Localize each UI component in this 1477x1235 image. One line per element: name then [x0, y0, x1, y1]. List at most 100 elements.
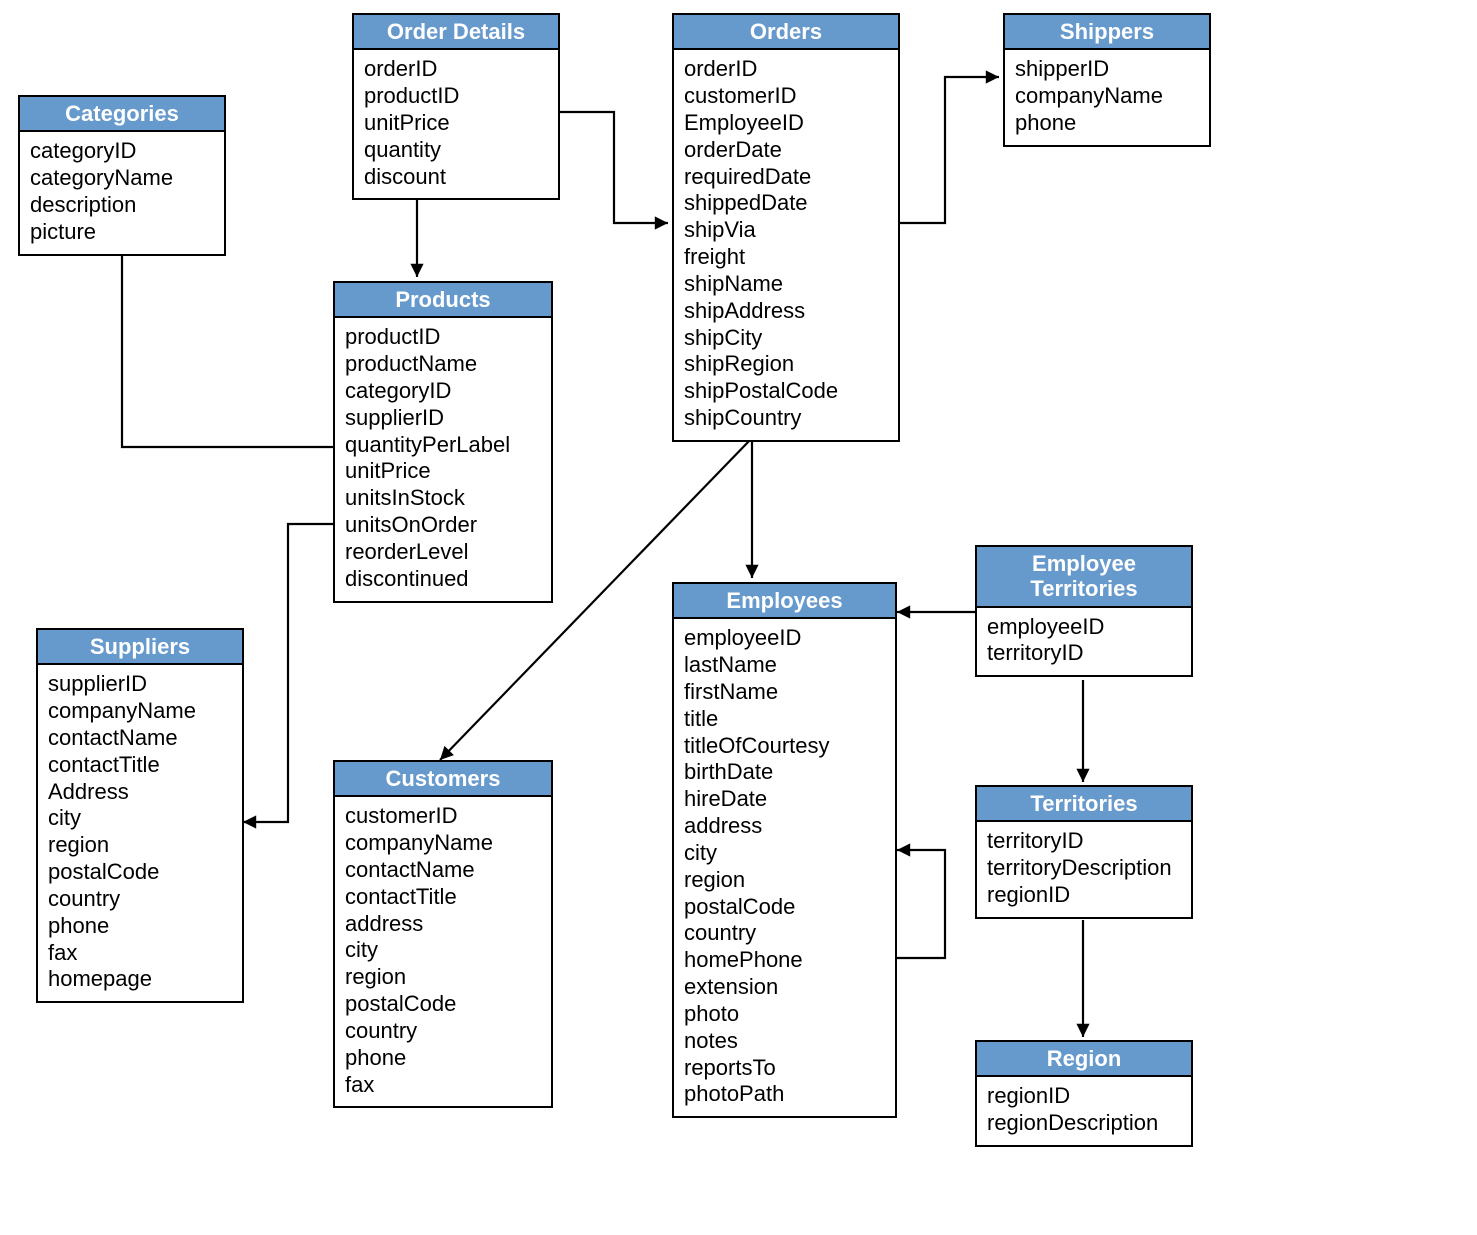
entity-region: RegionregionIDregionDescription	[975, 1040, 1193, 1147]
connector-products-to-categories	[122, 240, 333, 447]
field: photo	[684, 1001, 885, 1028]
field: homepage	[48, 966, 232, 993]
field: description	[30, 192, 214, 219]
field: orderID	[684, 56, 888, 83]
entity-header-employeeTerritories: EmployeeTerritories	[977, 547, 1191, 608]
entity-header-suppliers: Suppliers	[38, 630, 242, 665]
field: photoPath	[684, 1081, 885, 1108]
field: requiredDate	[684, 164, 888, 191]
entity-orderDetails: Order DetailsorderIDproductIDunitPricequ…	[352, 13, 560, 200]
entity-header-shippers: Shippers	[1005, 15, 1209, 50]
field: EmployeeID	[684, 110, 888, 137]
field: postalCode	[48, 859, 232, 886]
field: shipCountry	[684, 405, 888, 432]
field: fax	[48, 940, 232, 967]
field: country	[48, 886, 232, 913]
field: regionID	[987, 882, 1181, 909]
field: employeeID	[987, 614, 1181, 641]
field: orderID	[364, 56, 548, 83]
field: shipAddress	[684, 298, 888, 325]
field: contactTitle	[345, 884, 541, 911]
field: regionDescription	[987, 1110, 1181, 1137]
field: notes	[684, 1028, 885, 1055]
field: employeeID	[684, 625, 885, 652]
field: territoryID	[987, 828, 1181, 855]
field: unitsInStock	[345, 485, 541, 512]
entity-body-categories: categoryIDcategoryNamedescriptionpicture	[20, 132, 224, 253]
field: phone	[48, 913, 232, 940]
entity-customers: CustomerscustomerIDcompanyNamecontactNam…	[333, 760, 553, 1108]
field: postalCode	[684, 894, 885, 921]
field: customerID	[684, 83, 888, 110]
field: lastName	[684, 652, 885, 679]
field: titleOfCourtesy	[684, 733, 885, 760]
entity-header-products: Products	[335, 283, 551, 318]
connector-orderdetails-to-orders	[560, 112, 668, 223]
field: reorderLevel	[345, 539, 541, 566]
field: freight	[684, 244, 888, 271]
field: supplierID	[48, 671, 232, 698]
field: quantityPerLabel	[345, 432, 541, 459]
field: birthDate	[684, 759, 885, 786]
field: supplierID	[345, 405, 541, 432]
field: unitPrice	[345, 458, 541, 485]
field: homePhone	[684, 947, 885, 974]
entity-body-suppliers: supplierIDcompanyNamecontactNamecontactT…	[38, 665, 242, 1001]
field: regionID	[987, 1083, 1181, 1110]
er-diagram-canvas: CategoriescategoryIDcategoryNamedescript…	[0, 0, 1477, 1235]
entity-body-products: productIDproductNamecategoryIDsupplierID…	[335, 318, 551, 600]
field: postalCode	[345, 991, 541, 1018]
field: shipperID	[1015, 56, 1199, 83]
field: hireDate	[684, 786, 885, 813]
field: unitsOnOrder	[345, 512, 541, 539]
field: shippedDate	[684, 190, 888, 217]
field: unitPrice	[364, 110, 548, 137]
connector-products-to-suppliers	[243, 524, 333, 822]
entity-body-employees: employeeIDlastNamefirstNametitletitleOfC…	[674, 619, 895, 1116]
field: phone	[1015, 110, 1199, 137]
field: categoryName	[30, 165, 214, 192]
field: address	[345, 911, 541, 938]
field: city	[684, 840, 885, 867]
field: companyName	[345, 830, 541, 857]
field: shipCity	[684, 325, 888, 352]
field: address	[684, 813, 885, 840]
entity-shippers: ShippersshipperIDcompanyNamephone	[1003, 13, 1211, 147]
entity-body-orderDetails: orderIDproductIDunitPricequantitydiscoun…	[354, 50, 558, 198]
field: companyName	[48, 698, 232, 725]
connector-orders-to-shippers	[900, 77, 999, 223]
field: contactTitle	[48, 752, 232, 779]
entity-body-orders: orderIDcustomerIDEmployeeIDorderDaterequ…	[674, 50, 898, 440]
entity-suppliers: SupplierssupplierIDcompanyNamecontactNam…	[36, 628, 244, 1003]
field: Address	[48, 779, 232, 806]
field: territoryDescription	[987, 855, 1181, 882]
entity-orders: OrdersorderIDcustomerIDEmployeeIDorderDa…	[672, 13, 900, 442]
entity-header-orderDetails: Order Details	[354, 15, 558, 50]
field: region	[345, 964, 541, 991]
field: title	[684, 706, 885, 733]
field: contactName	[48, 725, 232, 752]
field: orderDate	[684, 137, 888, 164]
entity-header-region: Region	[977, 1042, 1191, 1077]
entity-header-customers: Customers	[335, 762, 551, 797]
field: city	[48, 805, 232, 832]
entity-products: ProductsproductIDproductNamecategoryIDsu…	[333, 281, 553, 603]
field: contactName	[345, 857, 541, 884]
entity-territories: TerritoriesterritoryIDterritoryDescripti…	[975, 785, 1193, 919]
field: city	[345, 937, 541, 964]
field: categoryID	[345, 378, 541, 405]
field: firstName	[684, 679, 885, 706]
entity-body-customers: customerIDcompanyNamecontactNamecontactT…	[335, 797, 551, 1106]
field: customerID	[345, 803, 541, 830]
entity-header-employees: Employees	[674, 584, 895, 619]
field: productID	[345, 324, 541, 351]
field: quantity	[364, 137, 548, 164]
field: categoryID	[30, 138, 214, 165]
field: phone	[345, 1045, 541, 1072]
entity-body-region: regionIDregionDescription	[977, 1077, 1191, 1145]
entity-body-shippers: shipperIDcompanyNamephone	[1005, 50, 1209, 144]
entity-body-employeeTerritories: employeeIDterritoryID	[977, 608, 1191, 676]
field: companyName	[1015, 83, 1199, 110]
field: country	[345, 1018, 541, 1045]
entity-header-categories: Categories	[20, 97, 224, 132]
